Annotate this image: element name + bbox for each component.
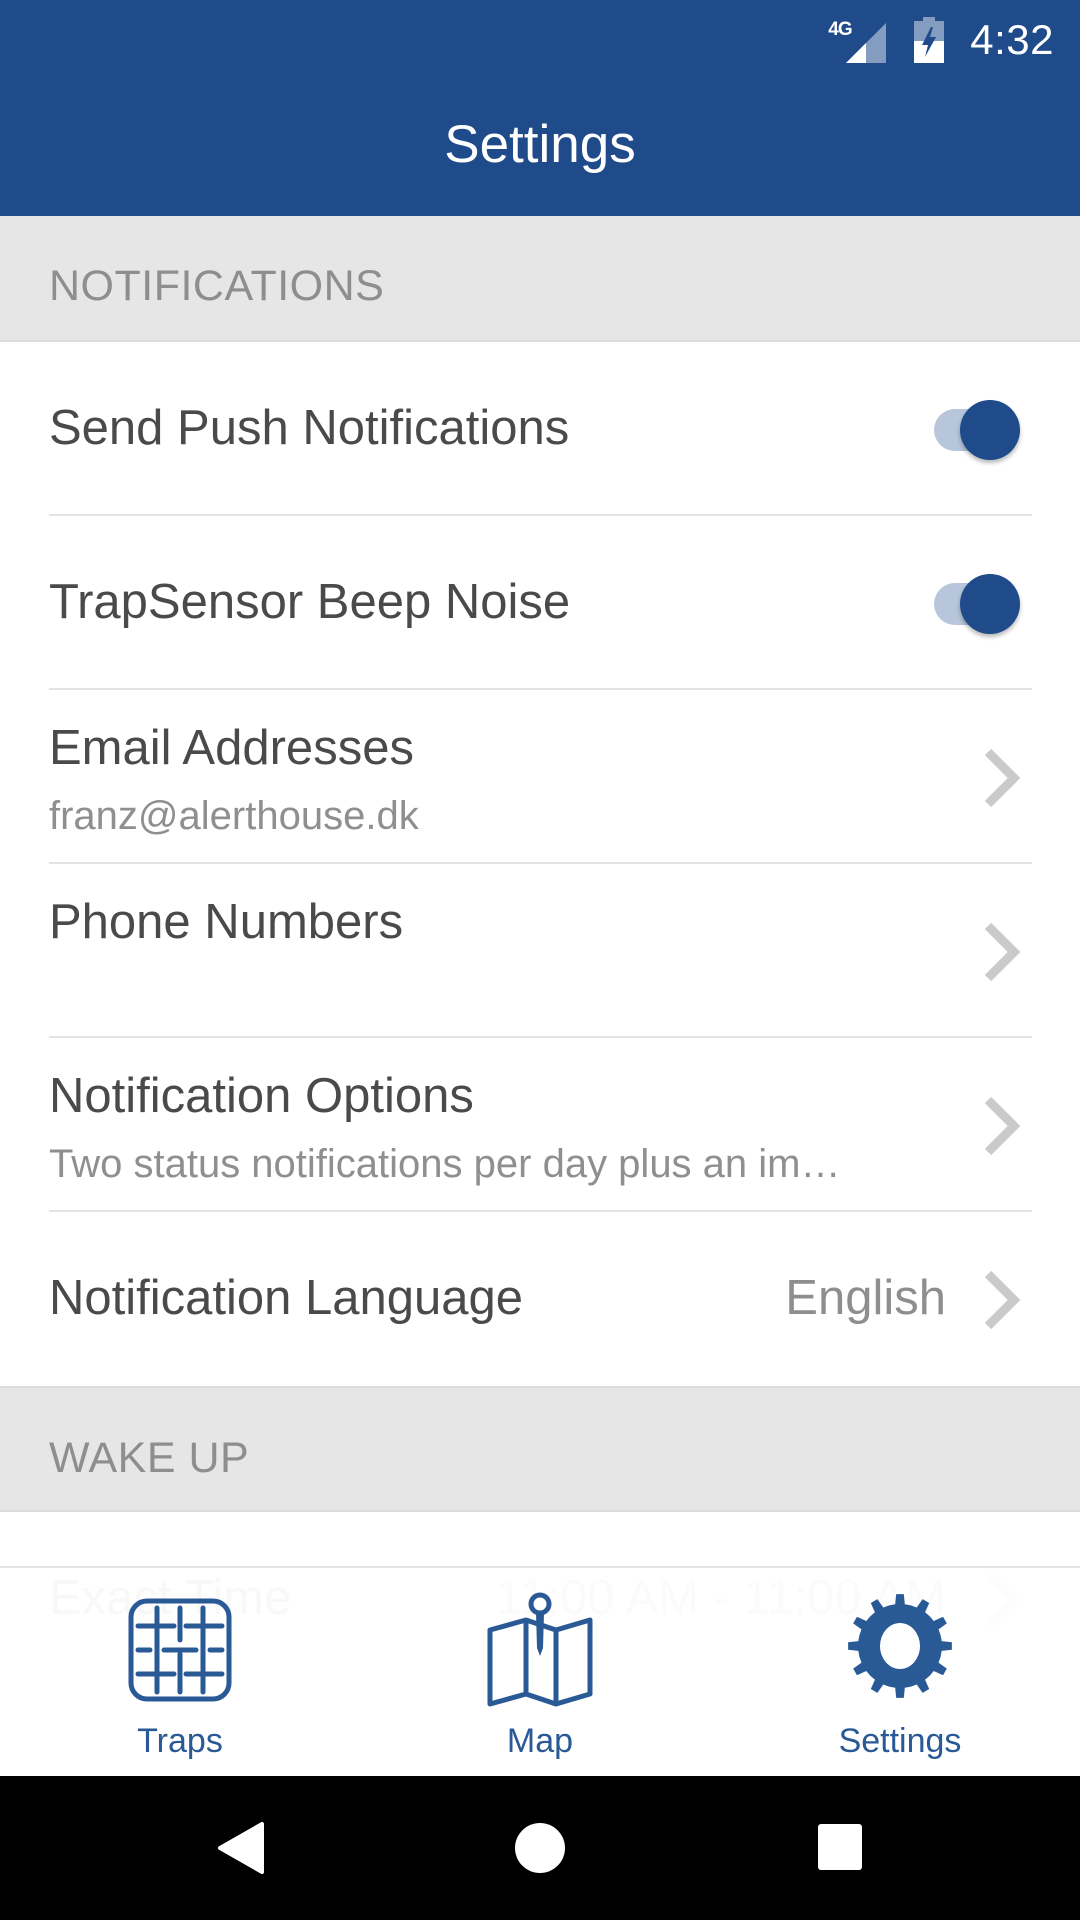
recents-button[interactable] bbox=[810, 1820, 870, 1876]
system-nav-bar bbox=[0, 1776, 1080, 1920]
gear-shape bbox=[848, 1594, 952, 1698]
row-title: Notification Options bbox=[49, 1069, 474, 1123]
row-notification-language[interactable]: Notification Language English bbox=[0, 1212, 1080, 1386]
tab-traps[interactable]: Traps bbox=[0, 1568, 360, 1776]
row-subtitle: franz@alerthouse.dk bbox=[49, 794, 419, 838]
home-button[interactable] bbox=[510, 1820, 570, 1876]
bottom-tab-bar: Traps Map Settings bbox=[0, 1566, 1080, 1776]
chevron-right-icon bbox=[984, 1270, 1021, 1330]
row-title: Notification Language bbox=[49, 1271, 524, 1325]
row-title: Send Push Notifications bbox=[49, 401, 570, 455]
row-subtitle: Two status notifications per day plus an… bbox=[49, 1142, 841, 1186]
tab-label: Traps bbox=[137, 1722, 223, 1760]
row-email-addresses[interactable]: Email Addresses franz@alerthouse.dk bbox=[0, 690, 1080, 864]
section-header-notifications: NOTIFICATIONS bbox=[0, 216, 1080, 342]
tab-settings[interactable]: Settings bbox=[720, 1568, 1080, 1776]
row-phone-numbers[interactable]: Phone Numbers bbox=[0, 864, 1080, 1038]
toggle-knob bbox=[960, 400, 1020, 460]
network-type-label: 4G bbox=[828, 19, 852, 40]
tab-map[interactable]: Map bbox=[360, 1568, 720, 1776]
row-title: Email Addresses bbox=[49, 721, 414, 775]
section-header-label: NOTIFICATIONS bbox=[49, 262, 385, 310]
beep-noise-toggle[interactable] bbox=[922, 572, 1022, 636]
status-bar: 4G 4:32 bbox=[0, 0, 1080, 80]
row-trapsensor-beep-noise[interactable]: TrapSensor Beep Noise bbox=[0, 516, 1080, 690]
app-bar: Settings bbox=[0, 80, 1080, 216]
row-send-push-notifications[interactable]: Send Push Notifications bbox=[0, 342, 1080, 516]
section-header-label: WAKE UP bbox=[49, 1434, 250, 1482]
chevron-right-icon bbox=[984, 1096, 1021, 1156]
gear-icon bbox=[848, 1594, 952, 1698]
tab-label: Map bbox=[506, 1722, 574, 1760]
battery-charging-icon bbox=[914, 17, 945, 63]
row-title: Phone Numbers bbox=[49, 895, 404, 949]
tab-label: Settings bbox=[838, 1722, 962, 1760]
map-pin-icon bbox=[487, 1592, 593, 1707]
chevron-right-icon bbox=[984, 748, 1021, 808]
status-clock: 4:32 bbox=[970, 16, 1054, 63]
status-icons: 4G 4:32 bbox=[828, 12, 1054, 68]
row-notification-options[interactable]: Notification Options Two status notifica… bbox=[0, 1038, 1080, 1212]
section-header-wake-up: WAKE UP bbox=[0, 1386, 1080, 1512]
signal-icon: 4G bbox=[828, 17, 887, 63]
chevron-right-icon bbox=[984, 922, 1021, 982]
toggle-knob bbox=[960, 574, 1020, 634]
row-title: TrapSensor Beep Noise bbox=[49, 575, 571, 629]
push-notifications-toggle[interactable] bbox=[922, 398, 1022, 462]
grid-icon bbox=[128, 1598, 232, 1702]
settings-list[interactable]: NOTIFICATIONS Send Push Notifications Tr… bbox=[0, 216, 1080, 1776]
page-title: Settings bbox=[444, 114, 636, 174]
row-value: English bbox=[785, 1271, 946, 1325]
back-button[interactable] bbox=[212, 1820, 272, 1876]
